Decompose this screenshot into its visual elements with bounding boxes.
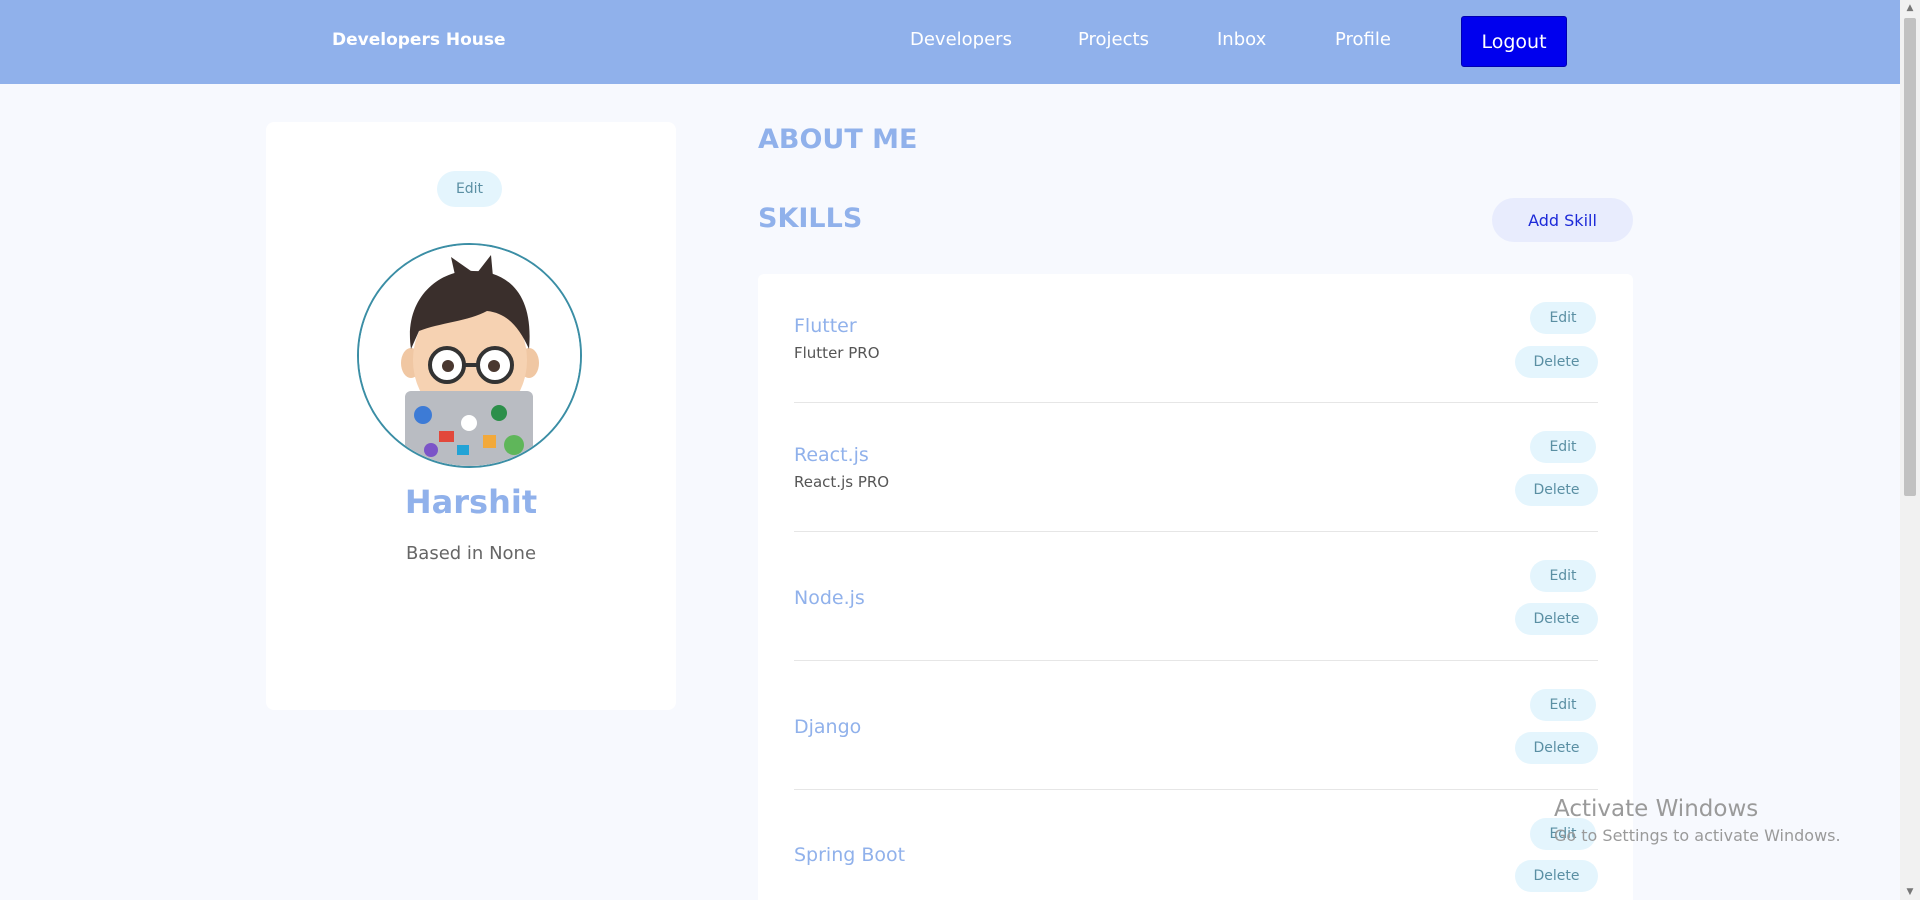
logout-button[interactable]: Logout <box>1461 16 1567 67</box>
skills-list: Flutter Flutter PRO Edit Delete React.js… <box>758 274 1633 900</box>
watermark-subtitle: Go to Settings to activate Windows. <box>1554 826 1841 845</box>
skill-name: Spring Boot <box>794 844 906 866</box>
skill-edit-button[interactable]: Edit <box>1530 560 1596 592</box>
skill-edit-button[interactable]: Edit <box>1530 302 1596 334</box>
edit-profile-button[interactable]: Edit <box>437 171 502 207</box>
skill-name: Node.js <box>794 587 865 609</box>
profile-location: Based in None <box>405 543 537 564</box>
skill-name: React.js <box>794 444 869 466</box>
skill-item-react: React.js React.js PRO Edit Delete <box>758 403 1633 532</box>
skill-delete-button[interactable]: Delete <box>1515 346 1598 378</box>
skill-edit-button[interactable]: Edit <box>1530 689 1596 721</box>
skills-heading: SKILLS <box>758 203 863 234</box>
page-scrollbar[interactable]: ▲ ▼ <box>1900 0 1920 900</box>
memoji-developer-image <box>359 245 580 466</box>
skill-item-flutter: Flutter Flutter PRO Edit Delete <box>758 274 1633 403</box>
scroll-up-arrow-icon[interactable]: ▲ <box>1900 0 1920 16</box>
skill-edit-button[interactable]: Edit <box>1530 431 1596 463</box>
about-me-heading: ABOUT ME <box>758 124 918 155</box>
nav-link-inbox[interactable]: Inbox <box>1217 29 1266 50</box>
skill-description: Flutter PRO <box>794 344 880 362</box>
skill-item-spring-boot: Spring Boot Edit Delete <box>758 790 1633 900</box>
skill-delete-button[interactable]: Delete <box>1515 732 1598 764</box>
skill-name: Flutter <box>794 315 857 337</box>
skill-item-django: Django Edit Delete <box>758 661 1633 790</box>
skill-delete-button[interactable]: Delete <box>1515 860 1598 892</box>
skill-description: React.js PRO <box>794 473 890 491</box>
nav-link-developers[interactable]: Developers <box>910 29 1012 50</box>
scroll-down-arrow-icon[interactable]: ▼ <box>1900 884 1920 900</box>
nav-link-profile[interactable]: Profile <box>1335 29 1391 50</box>
skill-name: Django <box>794 716 862 738</box>
nav-link-projects[interactable]: Projects <box>1078 29 1149 50</box>
brand-logo[interactable]: Developers House <box>332 30 506 50</box>
skill-item-node: Node.js Edit Delete <box>758 532 1633 661</box>
scroll-thumb[interactable] <box>1904 18 1916 496</box>
avatar <box>357 243 582 468</box>
skill-delete-button[interactable]: Delete <box>1515 474 1598 506</box>
add-skill-button[interactable]: Add Skill <box>1492 198 1633 242</box>
profile-name: Harshit <box>404 483 538 521</box>
skill-delete-button[interactable]: Delete <box>1515 603 1598 635</box>
windows-activation-watermark: Activate Windows Go to Settings to activ… <box>1554 796 1841 845</box>
watermark-title: Activate Windows <box>1554 796 1759 822</box>
navbar: Developers House Developers Projects Inb… <box>0 0 1900 84</box>
